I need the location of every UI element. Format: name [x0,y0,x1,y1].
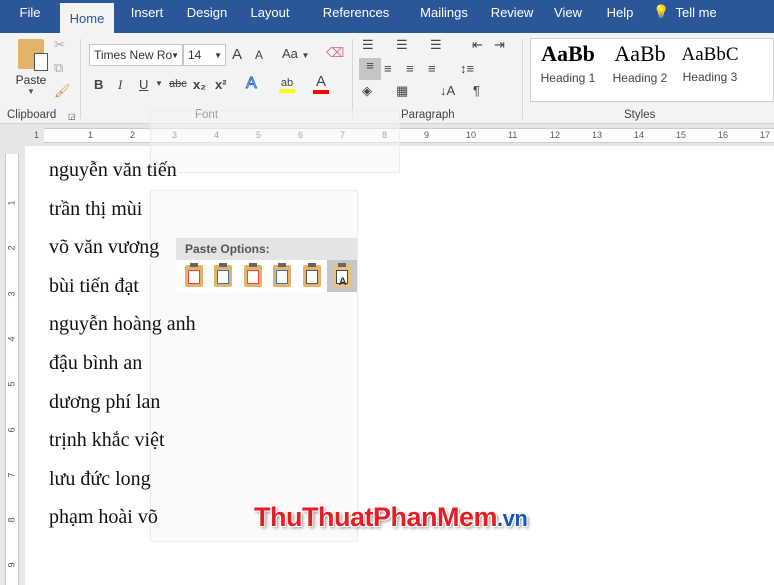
tab-review[interactable]: Review [482,0,542,33]
ruler-number: 1 [34,130,40,140]
font-size-dropdown[interactable]: 14 ▼ [183,44,226,66]
ruler-number: 11 [508,130,518,140]
ghost-overlay [150,110,400,173]
shading-icon[interactable]: ◈ [362,83,372,99]
picture-button[interactable] [297,260,327,292]
ruler-number: 1 [88,130,94,140]
styles-group-label: Styles [624,109,656,121]
underline-button[interactable]: U [139,77,148,92]
ribbon-tabs: File Home Insert Design Layout Reference… [0,0,774,33]
align-left-button[interactable]: ≡ [359,58,381,80]
ruler-number: 2 [6,245,17,251]
tab-view[interactable]: View [542,0,594,33]
ruler-number: 16 [718,130,729,140]
keep-text-only-button[interactable]: A [326,260,357,292]
document-line[interactable]: trịnh khắc việt [49,429,165,452]
tab-file[interactable]: File [0,0,60,33]
ruler-number: 14 [634,130,645,140]
link-keep-source-button[interactable] [238,260,268,292]
lightbulb-icon: 💡 [653,4,670,19]
style-heading-2[interactable]: AaBb Heading 2 [605,41,675,97]
ruler-number: 9 [6,562,17,568]
paste-options-menu: Paste Options: A [176,238,357,292]
document-line[interactable]: phạm hoài võ [49,506,158,529]
ruler-number: 8 [6,517,17,523]
tab-insert[interactable]: Insert [114,0,180,33]
ruler-number: 9 [424,130,430,140]
clipboard-icon [18,39,48,71]
document-line[interactable]: dương phí lan [49,391,160,414]
change-case-button[interactable]: Aa ▼ [282,46,309,61]
style-heading-3[interactable]: AaBbC Heading 3 [677,41,743,97]
ruler-number: 12 [550,130,561,140]
decrease-indent-icon[interactable]: ⇤ [472,37,483,53]
ruler-number: 2 [130,130,136,140]
document-line[interactable]: đậu bình an [49,352,142,375]
ruler-number: 6 [6,426,17,433]
highlight-button[interactable]: ab [279,74,295,93]
multilevel-list-icon[interactable]: ☰ [430,37,442,53]
cut-icon[interactable]: ✂ [54,37,65,53]
ruler-number: 4 [6,336,17,342]
tell-me[interactable]: 💡 Tell me [646,0,724,33]
sort-icon[interactable]: ↓A [440,83,455,98]
document-line[interactable]: nguyễn hoàng anh [49,313,196,336]
document-line[interactable]: võ văn vương [49,236,159,259]
link-use-destination-button[interactable] [268,260,298,292]
bold-button[interactable]: B [94,77,103,92]
style-heading-1[interactable]: AaBb Heading 1 [533,41,603,97]
paragraph-group-label: Paragraph [401,109,455,121]
line-spacing-icon[interactable]: ↕≡ [460,61,474,76]
merge-formatting-button[interactable] [209,260,239,292]
copy-icon[interactable]: ⧉ [54,60,63,76]
ruler-number: 15 [676,130,687,140]
document-line[interactable]: lưu đức long [49,468,151,491]
paste-options-title: Paste Options: [176,238,357,260]
ruler-number: 10 [466,130,477,140]
increase-indent-icon[interactable]: ⇥ [494,37,505,53]
clipboard-group-label: Clipboard [7,109,57,121]
ruler-number: 1 [6,200,17,206]
shrink-font-button[interactable]: A [255,48,263,62]
tab-design[interactable]: Design [180,0,234,33]
bullets-icon[interactable]: ☰ [362,37,374,53]
ruler-number: 5 [6,381,17,387]
tab-layout[interactable]: Layout [234,0,306,33]
font-color-button[interactable]: A [313,73,329,94]
tab-mailings[interactable]: Mailings [406,0,482,33]
tab-home[interactable]: Home [60,3,114,33]
document-line[interactable]: nguyễn văn tiến [49,159,177,182]
font-name-dropdown[interactable]: Times New Ro ▼ [89,44,183,66]
document-line[interactable]: trần thị mùi [49,198,142,221]
grow-font-button[interactable]: A [232,46,242,63]
ruler-number: 17 [760,130,771,140]
borders-icon[interactable]: ▦ [396,83,408,99]
watermark-logo: ThuThuatPhanMem.vn [254,502,528,532]
italic-button[interactable]: I [118,77,122,93]
dialog-launcher-icon[interactable]: ◲ [68,112,76,121]
strikethrough-button[interactable]: abc [169,78,187,90]
clear-formatting-icon[interactable]: ⌫ [326,45,344,61]
text-effects-button[interactable]: A [246,75,258,93]
chevron-down-icon[interactable]: ▼ [155,79,163,88]
ruler-number: 7 [6,472,17,478]
show-marks-button[interactable]: ¶ [473,83,480,98]
subscript-button[interactable]: x₂ [193,77,206,92]
ruler-number: 3 [6,291,17,297]
vertical-ruler[interactable]: 1 2 3 4 5 6 7 8 9 [0,146,22,585]
align-right-icon[interactable]: ≡ [406,61,414,76]
justify-icon[interactable]: ≡ [428,61,436,76]
tab-references[interactable]: References [306,0,406,33]
align-center-icon[interactable]: ≡ [384,61,392,76]
ruler-number: 13 [592,130,603,140]
paste-button[interactable]: Paste ▼ [12,39,50,103]
keep-source-formatting-button[interactable] [179,260,209,292]
numbering-icon[interactable]: ☰ [396,37,408,53]
chevron-down-icon: ▼ [27,87,35,96]
tab-help[interactable]: Help [594,0,646,33]
superscript-button[interactable]: x² [215,77,227,92]
document-line[interactable]: bùi tiến đạt [49,275,139,298]
format-painter-icon[interactable]: 🖌 [54,83,71,99]
